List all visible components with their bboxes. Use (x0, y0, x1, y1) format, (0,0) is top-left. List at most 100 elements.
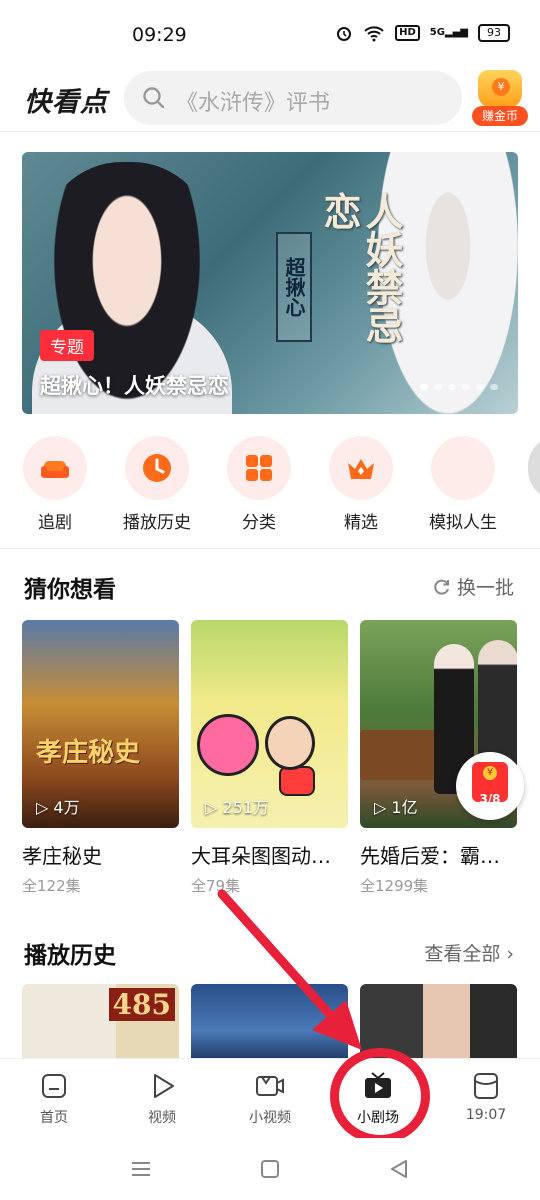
scene-bench (360, 730, 440, 780)
view-all-button[interactable]: 查看全部 › (424, 939, 514, 966)
banner-title-art: 超揪心 人妖禁忌恋 (252, 192, 404, 362)
red-packet-button[interactable]: 3/8 (456, 752, 524, 820)
play-count: ▷ 1亿 (374, 798, 418, 817)
quick-entry-follow[interactable]: 追剧 (10, 436, 100, 533)
nav-tasks[interactable]: 19:07 (436, 1071, 536, 1123)
hero-banner[interactable]: 超揪心 人妖禁忌恋 专题 超揪心！人妖禁忌恋 (22, 152, 518, 414)
banner-caption: 超揪心！人妖禁忌恋 (40, 374, 229, 398)
history-item[interactable] (360, 984, 517, 1062)
quick-entry-featured[interactable]: 精选 (316, 436, 406, 533)
nav-home[interactable]: 首页 (4, 1071, 104, 1127)
quick-entry-label: 精选 (344, 513, 378, 533)
nav-label: 小剧场 (357, 1110, 399, 1126)
quick-entry-circle (329, 436, 393, 500)
view-all-label: 查看全部 (424, 943, 501, 965)
section-divider (0, 548, 540, 549)
quick-entry-overflow[interactable] (528, 436, 540, 500)
camera-icon (256, 1076, 284, 1096)
refresh-button[interactable]: 换一批 (433, 573, 514, 600)
history-item[interactable] (191, 984, 348, 1062)
card-title: 大耳朵图图动… (191, 844, 331, 868)
status-time: 09:29 (132, 24, 187, 46)
nav-video[interactable]: 视频 (112, 1071, 212, 1127)
pagination-dot (476, 384, 484, 390)
banner-art-text-1: 超揪心 (276, 232, 312, 342)
cartoon-character (265, 716, 315, 770)
search-bar[interactable]: 《水浒传》评书 (124, 71, 462, 125)
search-icon (143, 87, 165, 109)
card-title: 孝庄秘史 (22, 844, 102, 868)
earn-coins-button[interactable]: 赚金币 (472, 70, 528, 128)
home-square-icon[interactable] (257, 1156, 283, 1182)
cartoon-character (197, 714, 259, 776)
recommend-card[interactable]: 孝庄秘史 ▷ 4万 孝庄秘史 全122集 (22, 620, 179, 896)
quick-entry-circle (125, 436, 189, 500)
signal-icon: 5G▂▄▆ (429, 27, 468, 38)
quick-entry-label: 分类 (242, 513, 276, 533)
card-title: 先婚后爱：霸… (360, 844, 500, 868)
history-item[interactable]: 485 (22, 984, 179, 1062)
card-poster-title: 孝庄秘史 (36, 738, 141, 768)
coin-bag-icon (478, 70, 522, 108)
home-icon (42, 1074, 66, 1098)
avatar-icon (431, 436, 495, 500)
play-count: ▷ 4万 (36, 798, 80, 817)
card-thumbnail: 孝庄秘史 ▷ 4万 (22, 620, 179, 828)
recommend-card[interactable]: ▷ 251万 大耳朵图图动… 全79集 (191, 620, 348, 896)
clock-icon (143, 454, 171, 482)
app-logo[interactable]: 快看点 (24, 80, 108, 119)
nav-mini-theater[interactable]: 小剧场 (328, 1071, 428, 1127)
recommend-section-title: 猜你想看 (24, 577, 116, 603)
pagination-dot (490, 384, 498, 390)
system-navigation-bar (0, 1138, 540, 1200)
banner-art-text-2: 人妖禁忌恋 (317, 192, 404, 344)
alarm-icon (337, 27, 352, 41)
network-label: 5G (429, 27, 445, 38)
pagination-dot (420, 384, 428, 390)
quick-entry-history[interactable]: 播放历史 (112, 436, 202, 533)
pagination-dot (462, 384, 470, 390)
chevron-right-icon: › (506, 943, 514, 965)
red-packet-count: 3/8 (479, 792, 501, 806)
bottom-navigation: 首页 视频 小视频 小剧场 19:07 (0, 1058, 540, 1138)
hd-icon: HD (395, 25, 420, 41)
quick-entry-category[interactable]: 分类 (214, 436, 304, 533)
tv-icon (365, 1072, 391, 1098)
banner-pagination (420, 384, 498, 390)
refresh-icon (434, 579, 449, 595)
quick-entry-label: 模拟人生 (429, 513, 497, 533)
earn-coins-label: 赚金币 (472, 106, 528, 126)
top-header: 快看点 《水浒传》评书 赚金币 (0, 66, 540, 132)
battery-icon: 93 (478, 24, 510, 42)
app-screen: 09:29 HD 5G▂▄▆ 93 快看点 《水浒传》评书 赚金币 超揪心 人妖 (0, 0, 540, 1200)
play-count: ▷ 251万 (205, 798, 269, 817)
history-section-title: 播放历史 (24, 943, 116, 969)
nav-label: 首页 (40, 1110, 68, 1126)
task-icon (474, 1073, 498, 1099)
status-bar: 09:29 HD 5G▂▄▆ 93 (0, 0, 540, 66)
back-icon[interactable] (386, 1156, 412, 1182)
card-episodes: 全1299集 (360, 877, 429, 895)
wifi-icon (364, 26, 384, 42)
quick-entry-label: 播放历史 (123, 513, 191, 533)
quick-entry-row: 追剧 播放历史 分类 精选 模拟人生 (0, 436, 540, 533)
play-count-value: 251万 (222, 798, 269, 817)
sofa-icon (41, 461, 69, 478)
quick-entry-circle (227, 436, 291, 500)
play-icon (154, 1074, 174, 1098)
quick-entry-circle (23, 436, 87, 500)
quick-entry-sim-life[interactable]: 模拟人生 (418, 436, 508, 533)
play-count-value: 1亿 (391, 798, 418, 817)
nav-label: 视频 (148, 1110, 176, 1126)
pagination-dot (448, 384, 456, 390)
nav-label: 小视频 (249, 1110, 291, 1126)
refresh-label: 换一批 (456, 577, 514, 599)
nav-short-video[interactable]: 小视频 (220, 1071, 320, 1127)
play-count-value: 4万 (53, 798, 80, 817)
banner-tag: 专题 (40, 330, 94, 361)
search-placeholder: 《水浒传》评书 (176, 91, 331, 116)
history-badge: 485 (108, 988, 175, 1021)
menu-icon[interactable] (128, 1156, 154, 1182)
pagination-dot (434, 384, 442, 390)
card-episodes: 全79集 (191, 877, 241, 895)
